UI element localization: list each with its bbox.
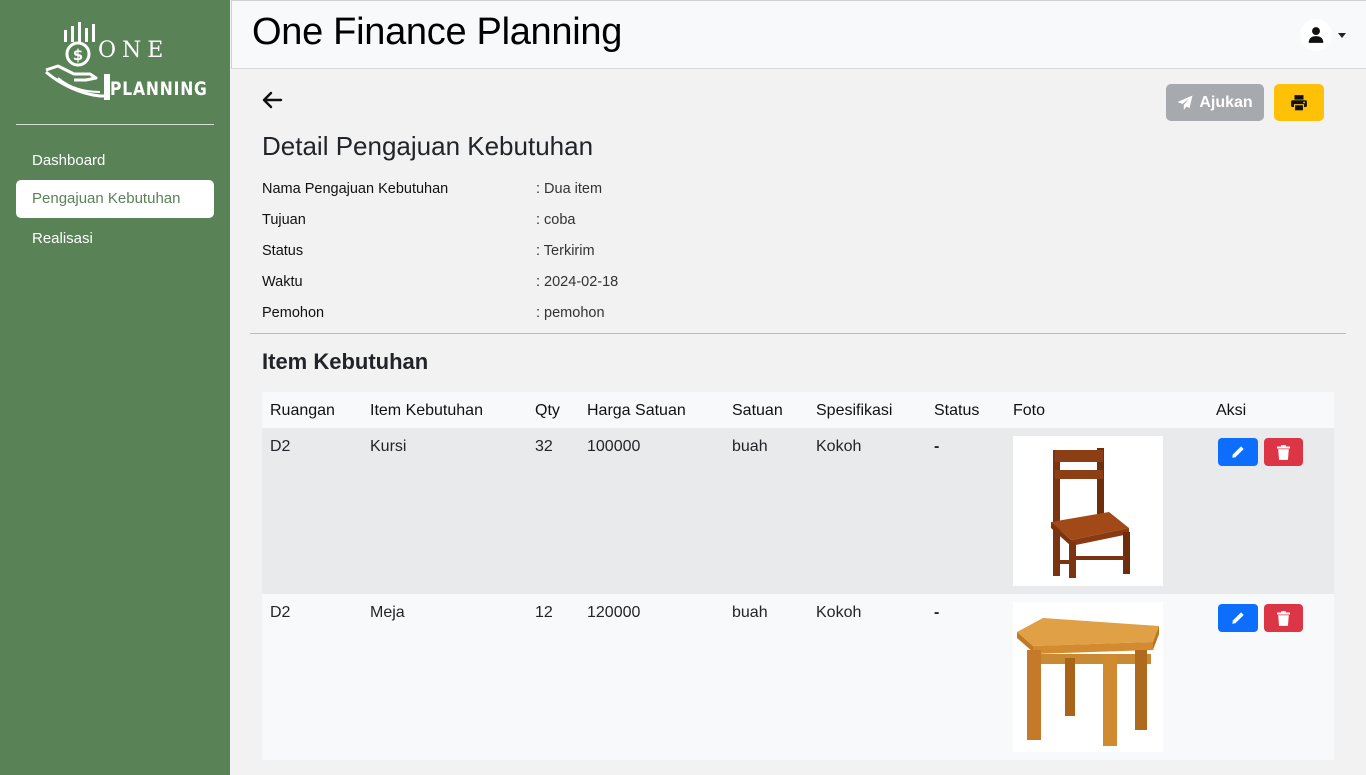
cell-ruangan: D2 xyxy=(270,438,291,455)
column-header-spesifikasi: Spesifikasi xyxy=(816,402,893,419)
column-header-foto: Foto xyxy=(1013,402,1046,419)
paper-plane-icon xyxy=(1177,95,1193,110)
cell-status: - xyxy=(934,438,940,455)
column-header-qty: Qty xyxy=(535,402,560,419)
info-label: Pemohon xyxy=(262,305,325,321)
submit-button-label: Ajukan xyxy=(1199,93,1253,111)
table-header: Ruangan Item Kebutuhan Qty Harga Satuan … xyxy=(262,392,1334,428)
table-image-icon xyxy=(1017,618,1159,746)
top-header: One Finance Planning xyxy=(231,0,1366,69)
cell-status: - xyxy=(934,604,940,621)
chair-image-icon xyxy=(1051,448,1130,578)
info-value: : coba xyxy=(536,212,576,228)
cell-spesifikasi: Kokoh xyxy=(816,438,862,455)
arrow-left-icon xyxy=(262,91,283,109)
cell-satuan: buah xyxy=(732,604,768,621)
cell-qty: 32 xyxy=(535,438,553,455)
cell-item: Meja xyxy=(370,604,405,621)
section-divider xyxy=(250,333,1346,334)
column-header-satuan: Satuan xyxy=(732,402,783,419)
pencil-icon xyxy=(1232,612,1244,624)
info-value: : Terkirim xyxy=(536,243,595,259)
sidebar-divider xyxy=(16,124,214,125)
info-label: Nama Pengajuan Kebutuhan xyxy=(262,181,449,197)
info-value: : Dua item xyxy=(536,181,603,197)
app-title: One Finance Planning xyxy=(252,11,623,53)
info-label: Status xyxy=(262,243,304,259)
section-title: Item Kebutuhan xyxy=(262,349,429,374)
trash-icon xyxy=(1277,610,1290,626)
column-header-harga: Harga Satuan xyxy=(587,402,686,419)
user-icon xyxy=(1308,27,1324,43)
table-photo xyxy=(1013,602,1163,752)
svg-text:$: $ xyxy=(73,46,83,64)
print-icon xyxy=(1291,94,1307,111)
chair-photo xyxy=(1013,436,1163,586)
cell-harga: 120000 xyxy=(587,604,641,621)
back-button[interactable] xyxy=(260,88,284,112)
print-button[interactable] xyxy=(1274,84,1324,121)
info-value: : pemohon xyxy=(536,305,605,321)
logo-text-bottom: PLANNING xyxy=(110,78,208,100)
pencil-icon xyxy=(1232,446,1244,458)
sidebar-item-realisasi[interactable]: Realisasi xyxy=(16,220,214,258)
info-label: Waktu xyxy=(262,274,303,290)
items-table: Ruangan Item Kebutuhan Qty Harga Satuan … xyxy=(262,392,1334,760)
column-header-status: Status xyxy=(934,402,980,419)
user-menu[interactable] xyxy=(1300,19,1346,51)
sidebar: $ ONE PLANNING Dashboard Pengajuan Kebut… xyxy=(0,0,230,775)
column-header-aksi: Aksi xyxy=(1216,402,1247,419)
logo-text-top: ONE xyxy=(98,38,170,63)
table-row: D2 Kursi 32 100000 buah Kokoh - xyxy=(262,428,1334,594)
cell-qty: 12 xyxy=(535,604,553,621)
edit-button[interactable] xyxy=(1218,438,1258,466)
cell-harga: 100000 xyxy=(587,438,641,455)
cell-spesifikasi: Kokoh xyxy=(816,604,862,621)
submit-button[interactable]: Ajukan xyxy=(1166,84,1264,121)
edit-button[interactable] xyxy=(1218,604,1258,632)
info-value: : 2024-02-18 xyxy=(536,274,619,290)
delete-button[interactable] xyxy=(1264,604,1303,632)
column-header-ruangan: Ruangan xyxy=(270,402,335,419)
cell-ruangan: D2 xyxy=(270,604,291,621)
delete-button[interactable] xyxy=(1264,438,1303,466)
info-label: Tujuan xyxy=(262,212,306,228)
cell-item: Kursi xyxy=(370,438,407,455)
user-avatar[interactable] xyxy=(1300,19,1332,51)
app-logo[interactable]: $ ONE PLANNING xyxy=(40,18,207,110)
chevron-down-icon[interactable] xyxy=(1338,32,1346,38)
table-row: D2 Meja 12 120000 buah Kokoh - xyxy=(262,594,1334,760)
sidebar-item-dashboard[interactable]: Dashboard xyxy=(16,142,214,180)
cell-satuan: buah xyxy=(732,438,768,455)
trash-icon xyxy=(1277,444,1290,460)
page-title: Detail Pengajuan Kebutuhan xyxy=(262,131,594,161)
sidebar-item-pengajuan-kebutuhan[interactable]: Pengajuan Kebutuhan xyxy=(16,180,214,218)
column-header-item: Item Kebutuhan xyxy=(370,402,483,419)
